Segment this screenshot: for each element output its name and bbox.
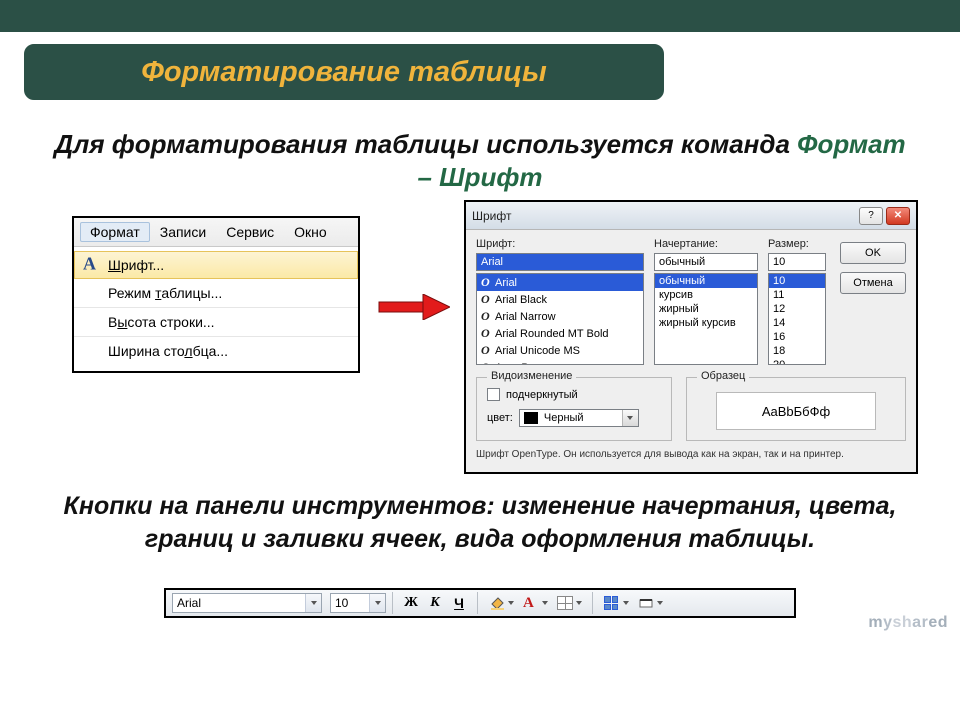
close-button[interactable]: ✕ <box>886 207 910 225</box>
size-option[interactable]: 11 <box>769 288 825 302</box>
menu-item-font[interactable]: A Шрифт... <box>74 251 358 279</box>
style-listbox[interactable]: обычный курсив жирный жирный курсив <box>654 273 758 365</box>
effects-legend: Видоизменение <box>487 370 576 382</box>
grid-icon <box>604 596 618 610</box>
gridlines-button[interactable] <box>600 592 632 614</box>
help-button[interactable]: ? <box>859 207 883 225</box>
size-input[interactable]: 10 <box>768 253 826 271</box>
font-option[interactable]: OArial Rounded MT Bold <box>477 325 643 342</box>
separator <box>592 592 593 614</box>
window-buttons: ? ✕ <box>859 207 910 225</box>
dialog-title: Шрифт <box>472 209 511 223</box>
color-label: цвет: <box>487 412 513 424</box>
format-dropdown: A Шрифт... Режим таблицы... Высота строк… <box>74 247 358 371</box>
menubar: Формат Записи Сервис Окно <box>74 218 358 247</box>
underline-checkbox[interactable] <box>487 388 500 401</box>
format-menu-screenshot: Формат Записи Сервис Окно A Шрифт... Реж… <box>72 216 360 373</box>
sample-legend: Образец <box>697 370 749 382</box>
slide-title: Форматирование таблицы <box>141 56 547 89</box>
separator <box>392 592 393 614</box>
top-rule <box>0 32 960 38</box>
style-option[interactable]: обычный <box>655 274 757 288</box>
size-option[interactable]: 16 <box>769 330 825 344</box>
effects-group: Видоизменение подчеркнутый цвет: Черный <box>476 377 672 441</box>
font-option[interactable]: OArial Narrow <box>477 308 643 325</box>
gridlines-icon <box>557 596 573 610</box>
bold-button[interactable]: Ж <box>400 592 422 614</box>
underline-label: подчеркнутый <box>506 389 578 401</box>
font-a-icon: A <box>83 253 96 274</box>
color-swatch-icon <box>524 412 538 424</box>
dialog-note: Шрифт OpenType. Он используется для выво… <box>476 449 906 462</box>
style-option[interactable]: жирный курсив <box>655 316 757 330</box>
font-input[interactable]: Arial <box>476 253 644 271</box>
menu-window[interactable]: Окно <box>284 222 337 242</box>
font-listbox[interactable]: OArial OArial Black OArial Narrow OArial… <box>476 273 644 365</box>
font-combo[interactable]: Arial <box>172 593 322 613</box>
menu-item-row-height[interactable]: Высота строки... <box>74 308 358 337</box>
font-option[interactable]: OArial Black <box>477 291 643 308</box>
slide-title-box: Форматирование таблицы <box>24 44 664 100</box>
menu-service[interactable]: Сервис <box>216 222 284 242</box>
size-label: Размер: <box>768 238 826 250</box>
formatting-toolbar: Arial 10 Ж К Ч A <box>164 588 796 618</box>
font-label: Шрифт: <box>476 238 644 250</box>
size-listbox[interactable]: 10 11 12 14 16 18 20 <box>768 273 826 365</box>
underline-button[interactable]: Ч <box>448 592 470 614</box>
size-option[interactable]: 12 <box>769 302 825 316</box>
fill-color-button[interactable] <box>485 592 517 614</box>
size-option[interactable]: 14 <box>769 316 825 330</box>
style-label: Начертание: <box>654 238 758 250</box>
bottom-caption: Кнопки на панели инструментов: изменение… <box>48 490 912 555</box>
font-dialog: Шрифт ? ✕ OK Отмена Шрифт: Arial OArial … <box>464 200 918 474</box>
special-effect-button[interactable] <box>634 592 666 614</box>
size-option[interactable]: 20 <box>769 358 825 365</box>
color-combo[interactable]: Черный <box>519 409 639 427</box>
menu-item-column-width[interactable]: Ширина столбца... <box>74 337 358 365</box>
size-option[interactable]: 10 <box>769 274 825 288</box>
chevron-down-icon <box>622 410 638 426</box>
font-color-a-icon: A <box>523 595 534 612</box>
intro-text: Для форматирования таблицы используется … <box>48 128 912 193</box>
cancel-button[interactable]: Отмена <box>840 272 906 294</box>
paint-bucket-icon <box>489 595 505 611</box>
effect-icon <box>638 595 654 611</box>
style-input[interactable]: обычный <box>654 253 758 271</box>
italic-button[interactable]: К <box>424 592 446 614</box>
font-option[interactable]: OArial <box>477 274 643 291</box>
size-option[interactable]: 18 <box>769 344 825 358</box>
style-option[interactable]: жирный <box>655 302 757 316</box>
separator <box>477 592 478 614</box>
font-option[interactable]: OArial Unicode MS <box>477 342 643 359</box>
menu-item-datasheet[interactable]: Режим таблицы... <box>74 279 358 308</box>
font-color-button[interactable]: A <box>519 592 551 614</box>
sample-group: Образец AaBbБбФф <box>686 377 906 441</box>
top-band <box>0 0 960 32</box>
ok-button[interactable]: OK <box>840 242 906 264</box>
menu-records[interactable]: Записи <box>150 222 216 242</box>
watermark: myshared <box>868 614 948 632</box>
dialog-titlebar: Шрифт ? ✕ <box>466 202 916 230</box>
chevron-down-icon <box>369 594 385 612</box>
font-option[interactable]: OArno Pro <box>477 359 643 365</box>
menu-format[interactable]: Формат <box>80 222 150 242</box>
chevron-down-icon <box>305 594 321 612</box>
sample-preview: AaBbБбФф <box>716 392 876 430</box>
gridlines-color-button[interactable] <box>553 592 585 614</box>
red-arrow-icon <box>378 294 450 320</box>
size-combo[interactable]: 10 <box>330 593 386 613</box>
style-option[interactable]: курсив <box>655 288 757 302</box>
